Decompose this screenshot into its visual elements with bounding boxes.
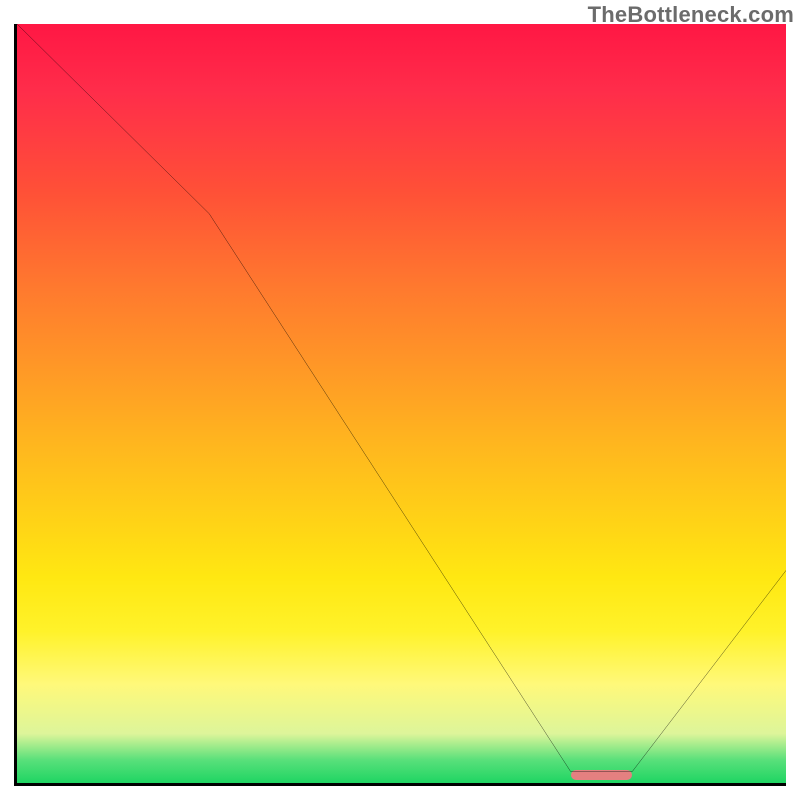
chart-container: TheBottleneck.com xyxy=(0,0,800,800)
bottleneck-curve xyxy=(17,24,786,783)
plot-area xyxy=(14,24,786,786)
